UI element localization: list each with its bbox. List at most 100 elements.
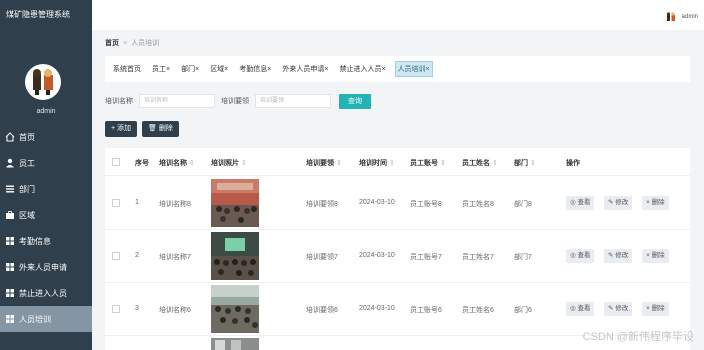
training-photo[interactable]: [211, 285, 259, 333]
sidebar-item-banned-persons[interactable]: 禁止进入人员: [0, 280, 92, 306]
cell-training-time: 2024-03-10: [359, 252, 395, 259]
view-button[interactable]: ◎ 查看: [566, 302, 595, 316]
cell-training-name: 培训名称8: [159, 201, 191, 208]
sidebar-item-label: 考勤信息: [19, 236, 51, 246]
sidebar-item-visitor-application[interactable]: 外来人员申请: [0, 254, 92, 280]
cell-training-requirement: 培训要领7: [306, 254, 338, 261]
tags-bar: 系统首页 员工× 部门× 区域× 考勤信息× 外来人员申请× 禁止进入人员× 人…: [105, 56, 690, 82]
col-index: 序号: [135, 160, 149, 167]
view-button[interactable]: ◎ 查看: [566, 249, 595, 263]
top-username: admin: [681, 14, 698, 20]
row-checkbox[interactable]: [112, 199, 120, 207]
col-training-requirement[interactable]: 培训要领 ⇕: [306, 158, 342, 168]
sidebar-item-area[interactable]: 区域: [0, 202, 92, 228]
row-delete-button[interactable]: × 删除: [642, 249, 669, 263]
cell-training-time: 2024-03-10: [359, 305, 395, 312]
col-staff-account[interactable]: 员工账号 ⇕: [410, 158, 446, 168]
training-name-input[interactable]: 培训名称: [139, 94, 215, 108]
cell-staff-account: 员工账号6: [410, 307, 442, 314]
user-menu[interactable]: admin: [665, 11, 698, 23]
search-bar: 培训名称 培训名称 培训要领 培训要领 查询: [105, 90, 690, 112]
cell-department: 部门8: [514, 201, 532, 208]
sort-icon[interactable]: ⇕: [530, 160, 536, 167]
action-bar: + 添加 🗑 删除: [105, 121, 184, 137]
training-photo[interactable]: [211, 179, 259, 227]
top-bar: admin: [92, 0, 704, 30]
sort-icon[interactable]: ⇕: [241, 160, 247, 167]
tag-attendance[interactable]: 考勤信息×: [237, 61, 273, 77]
tag-area[interactable]: 区域×: [208, 61, 230, 77]
select-all-checkbox[interactable]: [112, 158, 120, 166]
sidebar-item-training[interactable]: 人员培训: [0, 306, 92, 332]
training-name-label: 培训名称: [105, 98, 133, 105]
cell-staff-account: 员工账号8: [410, 201, 442, 208]
sidebar-item-staff[interactable]: 员工: [0, 150, 92, 176]
sidebar-item-label: 首页: [19, 132, 35, 142]
sidebar-menu: 首页 员工 部门 区域 考勤信息 外来人员申请 禁止进入人员 人员培训: [0, 124, 92, 332]
sort-icon[interactable]: ⇕: [440, 160, 446, 167]
tag-staff[interactable]: 员工×: [150, 61, 172, 77]
cell-index: 3: [135, 305, 139, 312]
grid-icon: [4, 261, 16, 273]
training-requirement-input[interactable]: 培训要领: [255, 94, 331, 108]
breadcrumb-current: 人员培训: [131, 40, 160, 47]
cell-training-requirement: 培训要领6: [306, 307, 338, 314]
sidebar-item-home[interactable]: 首页: [0, 124, 92, 150]
row-checkbox[interactable]: [112, 252, 120, 260]
grid-icon: [4, 235, 16, 247]
sidebar-item-attendance[interactable]: 考勤信息: [0, 228, 92, 254]
training-photo-image: [211, 285, 259, 333]
avatar-cartoon-icon: [33, 69, 53, 95]
breadcrumb-home[interactable]: 首页: [105, 40, 119, 47]
training-photo[interactable]: [211, 338, 259, 350]
col-training-name[interactable]: 培训名称 ⇕: [159, 158, 195, 168]
row-checkbox[interactable]: [112, 305, 120, 313]
sidebar-item-label: 区域: [19, 210, 35, 220]
cell-department: 部门7: [514, 254, 532, 261]
data-table: 序号 培训名称 ⇕ 培训照片 ⇕ 培训要领 ⇕ 培训时间 ⇕ 员工账号 ⇕ 员工姓名 ⇕ 部…: [105, 148, 690, 350]
col-training-photo[interactable]: 培训照片 ⇕: [211, 158, 247, 168]
cell-staff-name: 员工姓名8: [462, 201, 494, 208]
user-avatar-icon: [666, 12, 675, 21]
tag-system-home[interactable]: 系统首页: [111, 61, 143, 77]
edit-button[interactable]: ✎ 修改: [604, 302, 633, 316]
col-staff-name[interactable]: 员工姓名 ⇕: [462, 158, 498, 168]
tag-banned-persons[interactable]: 禁止进入人员×: [337, 61, 387, 77]
list-icon: [4, 183, 16, 195]
sidebar-item-label: 员工: [19, 158, 35, 168]
edit-button[interactable]: ✎ 修改: [604, 249, 633, 263]
avatar[interactable]: [25, 64, 61, 100]
edit-button[interactable]: ✎ 修改: [604, 196, 633, 210]
sidebar-username: admin: [36, 108, 56, 115]
add-button[interactable]: + 添加: [105, 121, 138, 137]
training-photo[interactable]: [211, 232, 259, 280]
cell-staff-name: 员工姓名7: [462, 254, 494, 261]
col-department[interactable]: 部门 ⇕: [514, 158, 536, 168]
sidebar-item-label: 人员培训: [19, 314, 51, 324]
query-button[interactable]: 查询: [339, 93, 371, 109]
row-delete-button[interactable]: × 删除: [642, 196, 669, 210]
delete-button[interactable]: 🗑 删除: [142, 121, 179, 137]
table-header: 序号 培训名称 ⇕ 培训照片 ⇕ 培训要领 ⇕ 培训时间 ⇕ 员工账号 ⇕ 员工姓名 ⇕ 部…: [105, 148, 690, 176]
sort-icon[interactable]: ⇕: [492, 160, 498, 167]
tag-training[interactable]: 人员培训×: [394, 61, 433, 77]
tag-department[interactable]: 部门×: [179, 61, 201, 77]
sort-icon[interactable]: ⇕: [389, 160, 395, 167]
grid-icon: [4, 287, 16, 299]
tag-visitor-application[interactable]: 外来人员申请×: [280, 61, 330, 77]
row-delete-button[interactable]: × 删除: [642, 302, 669, 316]
col-training-time[interactable]: 培训时间 ⇕: [359, 158, 395, 168]
table-row: 1 培训名称8 培训要领8 2024-03-10 员工账号8 员工姓名8 部门8: [105, 177, 690, 230]
training-photo-image: [211, 338, 259, 350]
sidebar-item-department[interactable]: 部门: [0, 176, 92, 202]
cell-index: 1: [135, 199, 139, 206]
cell-training-name: 培训名称6: [159, 307, 191, 314]
breadcrumb: 首页 ≡ 人员培训: [105, 40, 160, 47]
cell-index: 2: [135, 252, 139, 259]
view-button[interactable]: ◎ 查看: [566, 196, 595, 210]
user-icon: [4, 157, 16, 169]
cell-staff-name: 员工姓名6: [462, 307, 494, 314]
sort-icon[interactable]: ⇕: [189, 160, 195, 167]
main-content: 首页 ≡ 人员培训 系统首页 员工× 部门× 区域× 考勤信息× 外来人员申请× 禁…: [92, 30, 704, 350]
sort-icon[interactable]: ⇕: [336, 160, 342, 167]
